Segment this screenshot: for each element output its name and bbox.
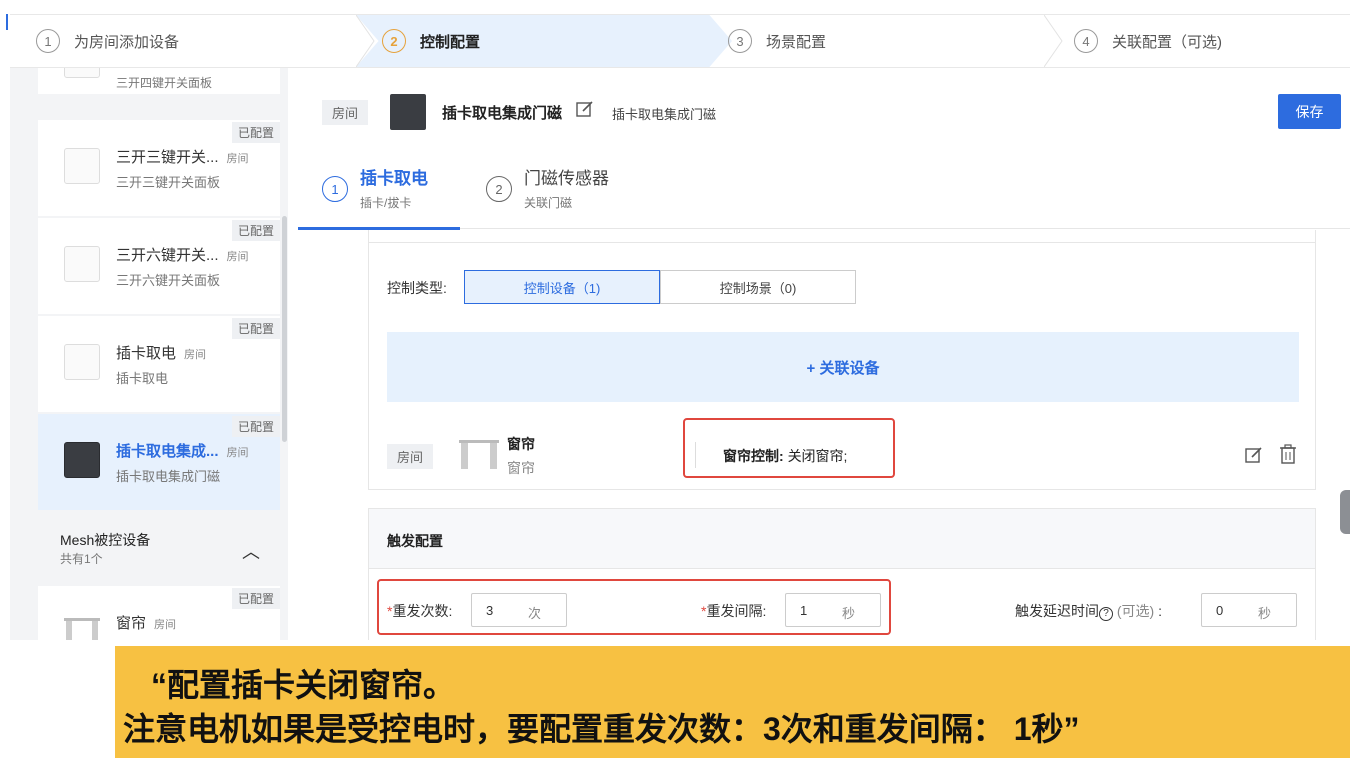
step-label: 为房间添加设备 — [74, 33, 180, 51]
device-subtitle: 三开三键开关面板 — [116, 175, 221, 190]
device-sidebar[interactable]: 三开四键开关面板 已配置 三开三键开关... 房间 三开三键开关面板 已配置 三开… — [10, 68, 288, 640]
switch-panel-icon — [64, 246, 100, 282]
left-accent-mark — [6, 14, 8, 30]
step-number: 2 — [382, 29, 406, 53]
configured-badge: 已配置 — [231, 416, 280, 437]
mesh-section-count: 共有1个 — [60, 552, 103, 566]
sidebar-scrollbar[interactable] — [282, 216, 287, 442]
device-card[interactable]: 已配置 三开三键开关... 房间 三开三键开关面板 — [38, 120, 280, 216]
curtain-icon — [459, 440, 499, 469]
trigger-config-box: 触发配置 *重发次数: 3次 *重发间隔: 1秒 触发延迟时间? (可选) : … — [368, 508, 1316, 640]
caption-banner: “配置插卡关闭窗帘。 注意电机如果是受控电时，要配置重发次数：3次和重发间隔： … — [115, 646, 1350, 758]
segment-control-device[interactable]: 控制设备（1) — [464, 270, 660, 304]
device-card[interactable]: 已配置 窗帘 房间 — [38, 586, 280, 640]
steps-bar: 1 为房间添加设备 2 控制配置 3 场景配置 4 关联配置（可选) — [10, 14, 1350, 68]
mesh-section-title: Mesh被控设备 — [60, 532, 151, 548]
repeat-count-input[interactable]: 3次 — [471, 593, 567, 627]
step-4[interactable]: 4 关联配置（可选) — [1074, 15, 1222, 67]
mesh-section-header[interactable]: Mesh被控设备 共有1个 ︿ — [38, 518, 280, 586]
chevron-up-icon[interactable]: ︿ — [242, 538, 260, 564]
step-1[interactable]: 1 为房间添加设备 — [36, 15, 179, 67]
control-config-box: 控制类型: 控制设备（1) 控制场景（0) + 关联设备 房间 窗帘 窗帘 窗帘… — [368, 230, 1316, 490]
step-2[interactable]: 2 控制配置 — [382, 15, 480, 67]
repeat-interval-label: *重发间隔: — [701, 603, 767, 619]
device-subtitle: 三开六键开关面板 — [116, 273, 221, 288]
step-label: 关联配置（可选) — [1112, 33, 1222, 51]
trash-icon[interactable] — [1279, 444, 1297, 464]
device-name: 三开三键开关... 房间 — [116, 149, 249, 166]
device-card[interactable]: 已配置 插卡取电 房间 插卡取电 — [38, 316, 280, 412]
tab-subtitle: 关联门磁 — [524, 196, 573, 210]
device-name: 插卡取电集成... 房间 — [116, 443, 249, 460]
device-name: 三开六键开关... 房间 — [116, 247, 249, 264]
trigger-delay-label: 触发延迟时间? (可选) : — [1015, 603, 1162, 621]
room-tag: 房间 — [387, 444, 434, 469]
tab-number: 2 — [486, 176, 512, 202]
card-power-icon — [64, 344, 100, 380]
device-card-selected[interactable]: 已配置 插卡取电集成... 房间 插卡取电集成门磁 — [38, 414, 280, 510]
link-device-button[interactable]: + 关联设备 — [387, 332, 1299, 402]
step-divider-icon — [1044, 15, 1063, 67]
device-subtitle: 插卡取电 — [116, 371, 169, 386]
help-icon: ? — [1099, 607, 1113, 621]
trigger-delay-input[interactable]: 0秒 — [1201, 593, 1297, 627]
control-type-label: 控制类型: — [387, 280, 447, 296]
side-panel-handle[interactable] — [1340, 490, 1350, 534]
device-card[interactable]: 已配置 三开六键开关... 房间 三开六键开关面板 — [38, 218, 280, 314]
tab-title: 门磁传感器 — [524, 169, 609, 188]
device-name: 插卡取电 房间 — [116, 345, 207, 362]
device-subtitle: 三开四键开关面板 — [116, 76, 213, 90]
step-number: 3 — [728, 29, 752, 53]
tab-subtitle: 插卡/拔卡 — [360, 196, 412, 210]
step-number: 1 — [36, 29, 60, 53]
curtain-icon — [64, 614, 100, 640]
repeat-interval-input[interactable]: 1秒 — [785, 593, 881, 627]
step-label: 场景配置 — [766, 33, 827, 51]
main-panel: 房间 插卡取电集成门磁 插卡取电集成门磁 保存 1 插卡取电 插卡/拔卡 2 门… — [298, 80, 1350, 640]
room-tag: 房间 — [322, 100, 369, 125]
device-name: 窗帘 房间 — [116, 615, 177, 632]
box-divider — [369, 242, 1315, 243]
configured-badge: 已配置 — [231, 122, 280, 143]
switch-panel-icon — [64, 68, 100, 78]
device-subtitle: 插卡取电集成门磁 — [612, 107, 717, 122]
device-title: 插卡取电集成门磁 — [442, 105, 563, 122]
caption-line-1: “配置插卡关闭窗帘。 — [151, 667, 456, 703]
segment-control-scene[interactable]: 控制场景（0) — [660, 270, 856, 304]
tab-title: 插卡取电 — [360, 169, 428, 188]
card-power-door-icon — [390, 94, 426, 130]
device-card-partial[interactable]: 三开四键开关面板 — [38, 68, 280, 94]
edit-icon[interactable] — [1245, 446, 1263, 464]
switch-panel-icon — [64, 148, 100, 184]
configured-badge: 已配置 — [231, 318, 280, 339]
configured-badge: 已配置 — [231, 588, 280, 609]
trigger-config-header: 触发配置 — [369, 509, 1315, 569]
repeat-count-label: *重发次数: — [387, 603, 453, 619]
step-3[interactable]: 3 场景配置 — [728, 15, 826, 67]
device-subtitle: 插卡取电集成门磁 — [116, 469, 221, 484]
configured-badge: 已配置 — [231, 220, 280, 241]
step-number: 4 — [1074, 29, 1098, 53]
linked-device-name: 窗帘 — [507, 436, 535, 452]
control-type-segment: 控制设备（1) 控制场景（0) — [464, 270, 856, 304]
edit-icon[interactable] — [576, 100, 594, 118]
card-power-door-icon — [64, 442, 100, 478]
step-divider-icon — [356, 15, 375, 67]
linked-device-subtitle: 窗帘 — [507, 460, 535, 476]
tab-number: 1 — [322, 176, 348, 202]
step-label: 控制配置 — [420, 33, 481, 51]
save-button[interactable]: 保存 — [1278, 94, 1341, 129]
highlight-box — [683, 418, 895, 478]
caption-line-2: 注意电机如果是受控电时，要配置重发次数：3次和重发间隔： 1秒” — [123, 711, 1080, 747]
